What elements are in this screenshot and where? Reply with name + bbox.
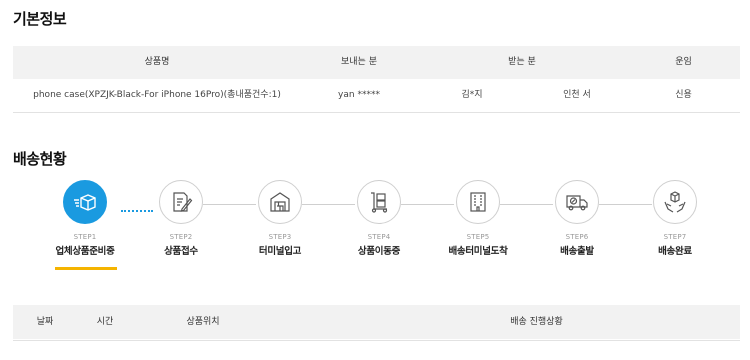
step-1-number: STEP1 (73, 233, 97, 241)
step-7-number: STEP7 (663, 233, 687, 241)
basic-info-title: 기본정보 (13, 10, 67, 28)
step-2-number: STEP2 (169, 233, 193, 241)
tracking-table-divider (13, 340, 740, 341)
step-5-number: STEP5 (466, 233, 490, 241)
header-status: 배송 진행상황 (510, 317, 563, 327)
step-4-label: 상품이동중 (357, 246, 401, 257)
step-6-circle (555, 180, 599, 224)
tracking-table-header: 날짜 시간 상품위치 배송 진행상황 (13, 305, 740, 339)
step-7-label: 배송완료 (658, 246, 692, 257)
step-7: STEP7 배송완료 (630, 180, 720, 257)
header-time: 시간 (96, 317, 114, 327)
step-1: STEP1 업체상품준비중 (40, 180, 130, 257)
active-step-underline (55, 267, 117, 270)
hand-truck-icon (371, 192, 388, 213)
header-location: 상품위치 (186, 317, 220, 327)
step-3-circle (258, 180, 302, 224)
step-5: STEP5 배송터미널도착 (433, 180, 523, 257)
step-7-circle (653, 180, 697, 224)
step-2-label: 상품접수 (164, 246, 198, 257)
delivery-steps: STEP1 업체상품준비중 STEP2 상품접수 STEP3 터미널입고 STE… (0, 180, 750, 275)
package-hands-icon (664, 191, 686, 213)
step-4-circle (357, 180, 401, 224)
header-product: 상품명 (144, 57, 170, 67)
step-5-label: 배송터미널도착 (448, 246, 508, 257)
step-6-label: 배송출발 (560, 246, 594, 257)
sender-name: yan ***** (338, 90, 380, 100)
basic-info-row: phone case(XPZJK-Black-For iPhone 16Pro)… (13, 79, 740, 113)
step-6-number: STEP6 (565, 233, 589, 241)
step-4: STEP4 상품이동중 (334, 180, 424, 257)
step-5-circle (456, 180, 500, 224)
receiver-address: 인천 서 (563, 90, 591, 100)
receiver-name: 김*지 (461, 90, 483, 100)
step-2: STEP2 상품접수 (136, 180, 226, 257)
header-receiver: 받는 분 (508, 57, 536, 67)
document-pen-icon (173, 192, 193, 212)
basic-info-header: 상품명 보내는 분 받는 분 운임 (13, 46, 740, 79)
step-3-label: 터미널입고 (258, 246, 302, 257)
step-6: STEP6 배송출발 (532, 180, 622, 257)
box-ready-icon (74, 194, 96, 211)
shipping-fee: 신용 (675, 90, 692, 100)
delivery-truck-icon (566, 195, 588, 211)
step-4-number: STEP4 (367, 233, 391, 241)
warehouse-icon (270, 192, 290, 212)
header-fee: 운임 (675, 57, 692, 67)
header-sender: 보내는 분 (341, 57, 377, 67)
product-name: phone case(XPZJK-Black-For iPhone 16Pro)… (33, 90, 281, 100)
step-3-number: STEP3 (268, 233, 292, 241)
step-3: STEP3 터미널입고 (235, 180, 325, 257)
step-2-circle (159, 180, 203, 224)
header-date: 날짜 (36, 317, 54, 327)
building-icon (470, 192, 486, 212)
step-1-circle (63, 180, 107, 224)
step-1-label: 업체상품준비중 (55, 246, 115, 257)
delivery-status-title: 배송현황 (13, 150, 67, 168)
